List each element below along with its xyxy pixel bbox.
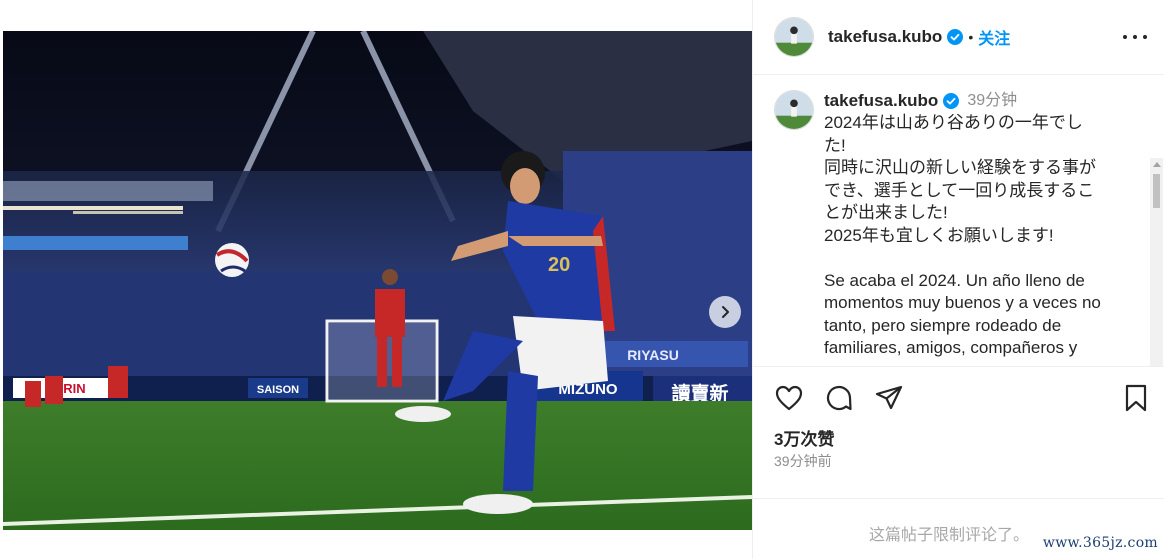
like-button[interactable] (774, 383, 804, 413)
comment-button[interactable] (824, 383, 854, 413)
avatar-image (775, 18, 813, 56)
caption-line: 2025年も宜しくお願いします! (824, 225, 1054, 245)
chevron-right-icon (722, 306, 729, 318)
scroll-thumb[interactable] (1153, 174, 1160, 208)
scroll-up-arrow-icon[interactable] (1153, 162, 1161, 167)
board-riyasu: RIYASU (627, 347, 679, 363)
board-saison: SAISON (257, 384, 299, 396)
save-button[interactable] (1121, 383, 1151, 413)
next-photo-button[interactable] (709, 296, 741, 328)
caption-line: でき、選手として一回り成長するこ (824, 180, 1095, 200)
verified-badge-icon (943, 93, 960, 109)
comments-disabled-text: 这篇帖子限制评论了。 (869, 527, 1030, 544)
share-button[interactable] (874, 383, 904, 413)
header-separator: • (968, 29, 974, 45)
comment-icon (826, 385, 852, 411)
avatar-image (775, 91, 813, 129)
caption-line: 同時に沢山の新しい経験をする事が (824, 158, 1096, 177)
caption-line: tanto, pero siempre rodeado de (824, 315, 1062, 335)
more-options-icon[interactable] (1123, 27, 1147, 47)
post-photo[interactable]: KIRIN SAISON MIZUNO 讀賣新 RIYASU 20 (3, 31, 752, 530)
follow-button[interactable]: 关注 (978, 25, 1010, 49)
caption-username[interactable]: takefusa.kubo (824, 90, 938, 113)
caption-line: Se acaba el 2024. Un año lleno de (824, 270, 1085, 290)
post-actions: 3万次赞 39分钟前 (753, 366, 1164, 496)
more-dot (1143, 35, 1147, 39)
soccer-photo: KIRIN SAISON MIZUNO 讀賣新 RIYASU 20 (3, 31, 752, 530)
post-timestamp[interactable]: 39分钟前 (774, 451, 832, 471)
caption-line (824, 247, 1134, 270)
caption-scrollbar[interactable] (1150, 158, 1163, 366)
watermark: www.365jz.com (1042, 535, 1158, 551)
header-username[interactable]: takefusa.kubo (828, 27, 942, 47)
caption-avatar[interactable] (774, 90, 814, 130)
caption-line: 2024年は山あり谷ありの一年でし (824, 113, 1083, 132)
caption-line: familiares, amigos, compañeros y (824, 338, 1078, 357)
caption-line: た! (824, 135, 846, 155)
post-header: takefusa.kubo • 关注 (753, 0, 1164, 75)
caption-line: とが出来ました! (824, 203, 948, 222)
paper-plane-icon (875, 385, 903, 410)
instagram-post: KIRIN SAISON MIZUNO 讀賣新 RIYASU 20 takefu… (0, 0, 1164, 559)
caption-line: momentos muy buenos y a veces no (824, 293, 1101, 312)
caption-time: 39分钟 (967, 91, 1018, 109)
bookmark-icon (1125, 384, 1147, 412)
verified-badge-icon (947, 29, 964, 45)
caption-area[interactable]: takefusa.kubo 39分钟 2024年は山あり谷ありの一年でし た! … (753, 76, 1164, 366)
more-dot (1133, 35, 1137, 39)
jersey-number: 20 (548, 254, 570, 276)
likes-count[interactable]: 3万次赞 (774, 425, 834, 450)
avatar[interactable] (774, 17, 814, 57)
post-side-panel: takefusa.kubo • 关注 takefusa.kubo 39分钟 20… (752, 0, 1164, 559)
more-dot (1123, 35, 1127, 39)
heart-icon (775, 385, 803, 411)
caption-text: takefusa.kubo 39分钟 2024年は山あり谷ありの一年でし た! … (824, 90, 1134, 360)
